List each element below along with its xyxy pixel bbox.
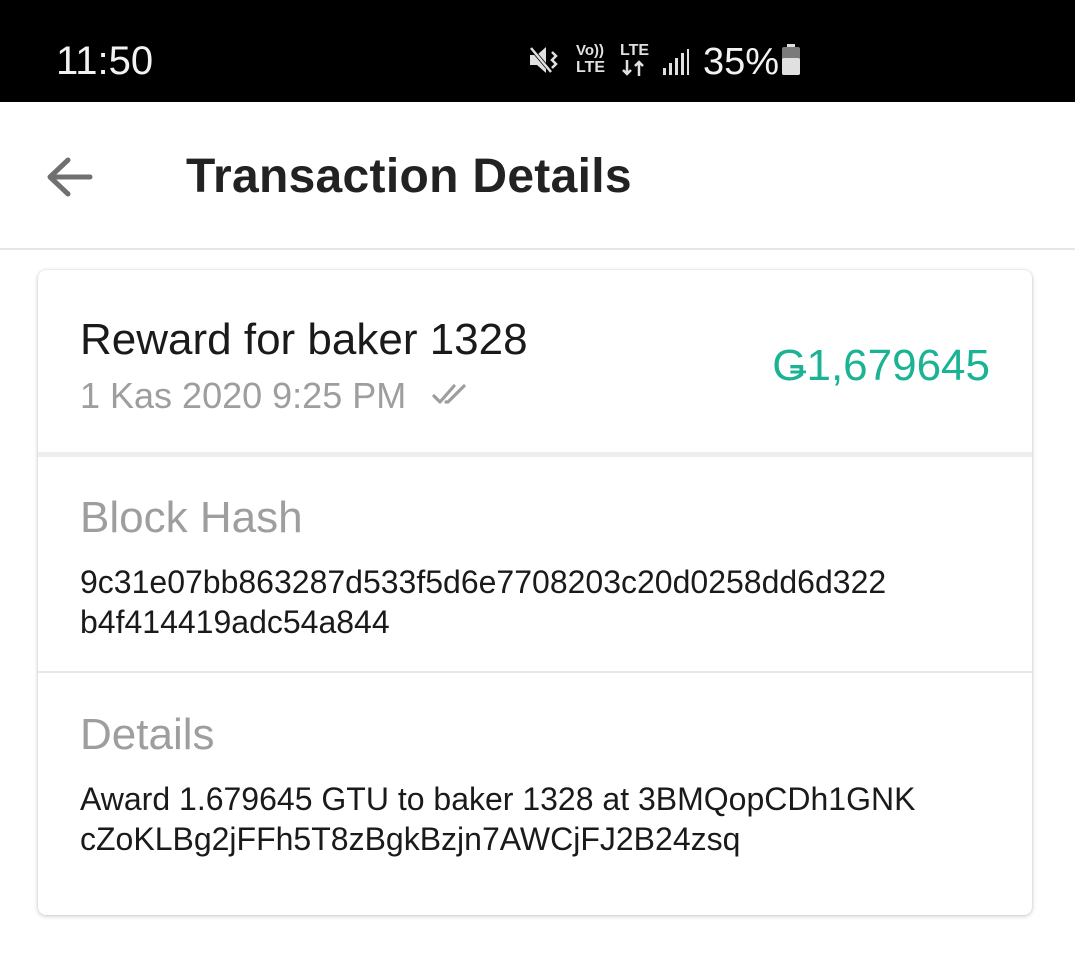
details-value[interactable]: Award 1.679645 GTU to baker 1328 at 3BMQ… <box>80 779 1000 859</box>
volte-label: Vo)) <box>576 42 605 59</box>
block-hash-value[interactable]: 9c31e07bb863287d533f5d6e7708203c20d0258d… <box>80 562 1000 642</box>
mute-icon <box>528 45 558 75</box>
volte-lte-label: LTE <box>576 59 606 76</box>
status-bar: 11:50 Vo)) LTE LTE 35% <box>0 0 1075 102</box>
block-hash-label: Block Hash <box>80 493 303 542</box>
details-section: Details Award 1.679645 GTU to baker 1328… <box>38 673 1032 913</box>
data-arrows-icon <box>622 60 644 76</box>
details-line-2: cZoKLBg2jFFh5T8zBgkBzjn7AWCjFJ2B24zsq <box>80 821 741 857</box>
app-bar: Transaction Details <box>0 102 1075 250</box>
block-hash-line-1: 9c31e07bb863287d533f5d6e7708203c20d0258d… <box>80 564 887 600</box>
battery-percent: 35% <box>703 41 780 83</box>
block-hash-line-2: b4f414419adc54a844 <box>80 604 390 640</box>
status-time: 11:50 <box>56 39 154 83</box>
arrow-back-icon <box>47 157 93 197</box>
battery-icon <box>782 44 800 75</box>
back-button[interactable] <box>40 150 98 204</box>
volte-icon: Vo)) LTE <box>576 42 610 78</box>
block-hash-section: Block Hash 9c31e07bb863287d533f5d6e77082… <box>38 457 1032 671</box>
details-label: Details <box>80 710 215 759</box>
lte-label: LTE <box>620 42 650 59</box>
transaction-date: 1 Kas 2020 9:25 PM <box>80 375 407 416</box>
transaction-title: Reward for baker 1328 <box>80 315 528 364</box>
transaction-card: Reward for baker 1328 1 Kas 2020 9:25 PM… <box>38 270 1032 915</box>
double-check-icon <box>432 384 466 404</box>
page-title: Transaction Details <box>186 150 632 203</box>
lte-data-icon: LTE <box>620 42 654 78</box>
transaction-amount: Ǥ1,679645 <box>772 341 990 390</box>
signal-icon <box>663 49 689 75</box>
transaction-summary: Reward for baker 1328 1 Kas 2020 9:25 PM… <box>38 270 1032 454</box>
details-line-1: Award 1.679645 GTU to baker 1328 at 3BMQ… <box>80 781 916 817</box>
